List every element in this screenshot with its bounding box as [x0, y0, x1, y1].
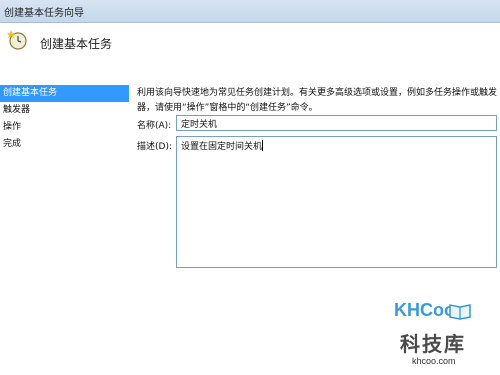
step-create-basic-task[interactable]: 创建基本任务	[0, 85, 129, 102]
book-icon	[449, 304, 471, 320]
window-title: 创建基本任务向导	[4, 8, 84, 19]
name-value: 定时关机	[181, 120, 218, 130]
watermark-logo-text: KHCoo	[394, 300, 455, 320]
intro-line-2: 器，请使用“操作”窗格中的“创建任务”命令。	[137, 103, 318, 113]
step-trigger[interactable]: 触发器	[0, 102, 132, 119]
watermark-url: khcoo.com	[412, 356, 456, 366]
watermark-site-name: 科技库	[400, 332, 466, 356]
window-titlebar[interactable]: 创建基本任务向导	[0, 0, 500, 23]
wizard-steps-nav: 创建基本任务 触发器 操作 完成	[0, 85, 132, 153]
name-label: 名称(A):	[137, 121, 172, 131]
site-watermark: KHCoo 科技库 khcoo.com	[380, 296, 498, 374]
description-value: 设置在固定时间关机	[181, 142, 263, 152]
page-title: 创建基本任务	[40, 37, 113, 51]
description-textarea[interactable]: 设置在固定时间关机	[176, 136, 497, 268]
step-action[interactable]: 操作	[0, 119, 132, 136]
task-clock-icon	[6, 30, 27, 50]
name-input[interactable]: 定时关机	[176, 115, 497, 131]
wizard-intro-text: 利用该向导快速地为常见任务创建计划。有关更多高级选项或设置，例如多任务操作或触发…	[137, 86, 497, 116]
wizard-header: 创建基本任务	[0, 23, 500, 65]
description-label: 描述(D):	[137, 142, 172, 152]
intro-line-1: 利用该向导快速地为常见任务创建计划。有关更多高级选项或设置，例如多任务操作或触发	[137, 88, 498, 98]
step-finish[interactable]: 完成	[0, 136, 132, 153]
text-caret	[262, 140, 264, 151]
